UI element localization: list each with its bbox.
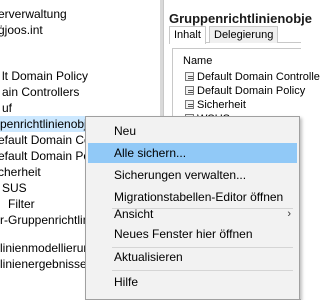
- menu-item-sicherungen-verwalten[interactable]: Sicherungen verwalten...: [88, 165, 297, 185]
- gpo-icon: [185, 72, 194, 81]
- list-item[interactable]: Default Domain Policy: [185, 85, 305, 98]
- menu-item-ansicht[interactable]: Ansicht ›: [88, 204, 297, 224]
- tree-item-label: lt Domain Policy: [2, 69, 89, 83]
- tree-item-gpo-container[interactable]: penrichtlinienobjekte: [0, 116, 109, 132]
- menu-separator: [112, 270, 293, 271]
- tree-item-starter-gpos[interactable]: r-Gruppenrichtlinie: [0, 212, 99, 228]
- tree-item-sicherheit[interactable]: cherheit: [0, 164, 41, 180]
- tree-item-label: SUS: [2, 181, 27, 195]
- pane-title: Gruppenrichtlinienobje: [169, 11, 313, 26]
- tab-strip: Inhalt Delegierung: [169, 26, 301, 44]
- list-item-label: Default Domain Controllers: [197, 71, 320, 83]
- tab-inhalt[interactable]: Inhalt: [169, 26, 206, 44]
- menu-item-label: Ansicht: [114, 207, 154, 221]
- tree-item-uf[interactable]: uf: [2, 100, 12, 116]
- gpo-icon: [185, 86, 194, 95]
- tree-item-label: r-Gruppenrichtlinie: [0, 213, 99, 227]
- list-item[interactable]: Sicherheit: [185, 99, 246, 112]
- tree-item-default-domain-policy[interactable]: lt Domain Policy: [2, 68, 88, 84]
- context-menu: Neu Alle sichern... Sicherungen verwalte…: [85, 116, 300, 300]
- tree-item-results[interactable]: linienergebnisse: [0, 256, 87, 272]
- submenu-arrow-icon: ›: [287, 208, 291, 220]
- list-item-label: Sicherheit: [197, 99, 246, 111]
- tree-item-label: Filter: [8, 197, 35, 211]
- tree-item-domain[interactable]: ġjoos.int: [0, 22, 43, 38]
- tree-item-label: linienmodellierung: [0, 241, 97, 255]
- menu-item-aktualisieren[interactable]: Aktualisieren: [88, 247, 297, 267]
- gpo-icon: [185, 100, 194, 109]
- tree-item-label: linienergebnisse: [0, 257, 87, 271]
- tree-item-domain-controllers[interactable]: ain Controllers: [2, 84, 79, 100]
- tree-item-label: ġjoos.int: [0, 23, 43, 37]
- tab-delegierung[interactable]: Delegierung: [209, 26, 279, 43]
- tree-item-gpm[interactable]: erverwaltung: [0, 6, 67, 22]
- tree-item-wmi-filter[interactable]: Filter: [8, 196, 35, 212]
- tree-item-modeling[interactable]: linienmodellierung: [0, 240, 97, 256]
- tree-item-label: cherheit: [0, 165, 41, 179]
- column-header-name[interactable]: Name: [183, 55, 212, 67]
- menu-item-neues-fenster[interactable]: Neues Fenster hier öffnen: [88, 224, 297, 244]
- tree-item-label: uf: [2, 101, 13, 115]
- menu-item-hilfe[interactable]: Hilfe: [88, 272, 297, 292]
- tree-item-label: erverwaltung: [0, 7, 67, 21]
- list-item-label: Default Domain Policy: [197, 85, 306, 97]
- menu-item-alle-sichern[interactable]: Alle sichern...: [88, 143, 297, 163]
- list-item[interactable]: Default Domain Controllers: [185, 71, 320, 84]
- tree-item-wsus[interactable]: SUS: [2, 180, 27, 196]
- menu-item-neu[interactable]: Neu: [88, 121, 297, 141]
- tree-item-label: ain Controllers: [2, 85, 80, 99]
